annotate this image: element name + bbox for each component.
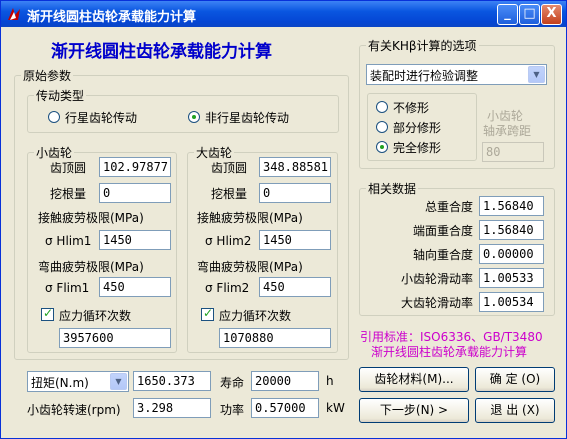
pinion-cycles-label: 应力循环次数 bbox=[59, 309, 132, 323]
gear-bending-label: 弯曲疲劳极限(MPa) bbox=[197, 260, 303, 274]
related-value[interactable]: 1.56840 bbox=[479, 220, 544, 240]
power-input[interactable]: 0.57000 bbox=[251, 398, 319, 418]
related-label: 轴向重合度 bbox=[412, 248, 473, 262]
related-label: 总重合度 bbox=[424, 200, 473, 214]
life-input[interactable]: 20000 bbox=[251, 371, 319, 391]
ok-button[interactable]: 确 定 (O) bbox=[475, 367, 555, 392]
page-heading: 渐开线圆柱齿轮承载能力计算 bbox=[51, 42, 272, 62]
minimize-button[interactable]: _ bbox=[497, 4, 518, 25]
torque-unit-select[interactable]: 扭矩(N.m) ▼ bbox=[27, 371, 129, 392]
pinion-flim-label: σ Flim1 bbox=[45, 281, 90, 295]
gear-tip-label: 齿顶圆 bbox=[211, 161, 248, 175]
pinion-undercut-input[interactable]: 0 bbox=[99, 183, 171, 203]
gear-undercut-label: 挖根量 bbox=[211, 187, 248, 201]
related-data-legend: 相关数据 bbox=[368, 182, 417, 196]
gear-material-button[interactable]: 齿轮材料(M)... bbox=[359, 367, 469, 392]
planetary-radio[interactable] bbox=[48, 111, 60, 123]
partial-modification-radio[interactable] bbox=[376, 121, 388, 133]
life-unit: h bbox=[326, 374, 334, 388]
main-window: 渐开线圆柱齿轮承载能力计算 _ □ X 渐开线圆柱齿轮承载能力计算 原始参数 传… bbox=[0, 0, 567, 439]
no-modification-label: 不修形 bbox=[393, 101, 430, 115]
gear-hlim-input[interactable]: 1450 bbox=[259, 230, 331, 250]
close-button[interactable]: X bbox=[541, 4, 562, 25]
khb-select-value: 装配时进行检验调整 bbox=[370, 69, 479, 83]
chevron-down-icon[interactable]: ▼ bbox=[528, 66, 545, 83]
pinion-tip-label: 齿顶圆 bbox=[50, 161, 87, 175]
full-modification-label: 完全修形 bbox=[393, 141, 442, 155]
related-label: 端面重合度 bbox=[412, 224, 473, 238]
gear-flim-input[interactable]: 450 bbox=[259, 277, 331, 297]
pinion-bending-label: 弯曲疲劳极限(MPa) bbox=[38, 260, 144, 274]
original-params-legend: 原始参数 bbox=[23, 69, 72, 83]
app-icon bbox=[8, 8, 20, 20]
bearing-span-label-2: 轴承跨距 bbox=[483, 124, 532, 138]
gear-cycles-input[interactable]: 1070880 bbox=[219, 328, 331, 348]
torque-unit-value: 扭矩(N.m) bbox=[31, 376, 89, 390]
related-value[interactable]: 1.56840 bbox=[479, 196, 544, 216]
life-label: 寿命 bbox=[220, 376, 245, 390]
power-unit: kW bbox=[326, 401, 345, 415]
gear-tip-input[interactable]: 348.88581 bbox=[259, 157, 331, 177]
power-label: 功率 bbox=[220, 403, 245, 417]
khb-select[interactable]: 装配时进行检验调整 ▼ bbox=[366, 64, 547, 85]
pinion-hlim-label: σ Hlim1 bbox=[45, 234, 92, 248]
pinion-cycles-input[interactable]: 3957600 bbox=[59, 328, 171, 348]
pinion-cycles-checkbox[interactable] bbox=[41, 306, 54, 321]
speed-input[interactable]: 3.298 bbox=[133, 398, 211, 418]
maximize-button[interactable]: □ bbox=[519, 4, 540, 25]
bearing-span-input[interactable]: 80 bbox=[482, 142, 544, 162]
reference-subtitle: 渐开线圆柱齿轮承载能力计算 bbox=[371, 345, 528, 359]
exit-button[interactable]: 退 出 (X) bbox=[475, 398, 555, 423]
pinion-undercut-label: 挖根量 bbox=[50, 187, 87, 201]
gear-flim-label: σ Flim2 bbox=[205, 281, 250, 295]
pinion-contact-label: 接触疲劳极限(MPa) bbox=[38, 211, 144, 225]
non-planetary-radio[interactable] bbox=[188, 111, 200, 123]
related-label: 大齿轮滑动率 bbox=[400, 296, 473, 310]
next-button[interactable]: 下一步(N) > bbox=[359, 398, 469, 423]
related-value[interactable]: 1.00533 bbox=[479, 268, 544, 288]
gear-cycles-checkbox[interactable] bbox=[201, 306, 214, 321]
related-value[interactable]: 1.00534 bbox=[479, 292, 544, 312]
gear-hlim-label: σ Hlim2 bbox=[205, 234, 252, 248]
full-modification-radio[interactable] bbox=[376, 141, 388, 153]
planetary-label: 行星齿轮传动 bbox=[65, 111, 138, 125]
pinion-hlim-input[interactable]: 1450 bbox=[99, 230, 171, 250]
title-bar[interactable]: 渐开线圆柱齿轮承载能力计算 _ □ X bbox=[1, 1, 566, 27]
khb-options-legend: 有关KHβ计算的选项 bbox=[368, 39, 477, 53]
related-label: 小齿轮滑动率 bbox=[400, 272, 473, 286]
partial-modification-label: 部分修形 bbox=[393, 121, 442, 135]
torque-input[interactable]: 1650.373 bbox=[133, 371, 211, 391]
related-value[interactable]: 0.00000 bbox=[479, 244, 544, 264]
pinion-flim-input[interactable]: 450 bbox=[99, 277, 171, 297]
chevron-down-icon[interactable]: ▼ bbox=[110, 373, 127, 390]
gear-undercut-input[interactable]: 0 bbox=[259, 183, 331, 203]
speed-label: 小齿轮转速(rpm) bbox=[27, 403, 121, 417]
gear-contact-label: 接触疲劳极限(MPa) bbox=[197, 211, 303, 225]
transmission-type-legend: 传动类型 bbox=[36, 89, 85, 103]
window-title: 渐开线圆柱齿轮承载能力计算 bbox=[27, 10, 197, 25]
gear-cycles-label: 应力循环次数 bbox=[219, 309, 292, 323]
pinion-tip-input[interactable]: 102.97877 bbox=[99, 157, 171, 177]
no-modification-radio[interactable] bbox=[376, 101, 388, 113]
non-planetary-label: 非行星齿轮传动 bbox=[205, 111, 290, 125]
